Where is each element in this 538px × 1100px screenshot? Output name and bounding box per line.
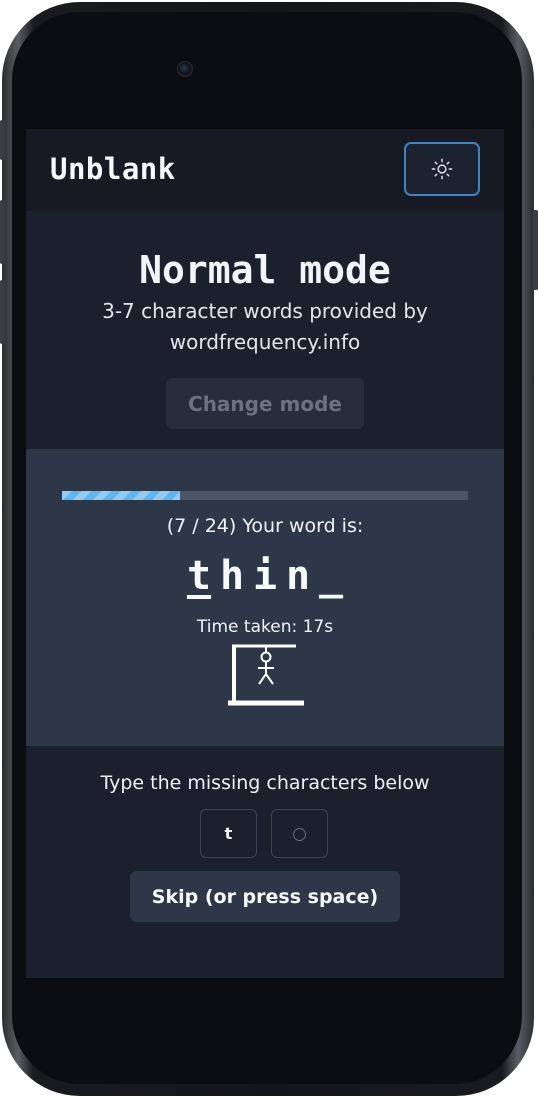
word-letter-blank: _: [318, 553, 344, 599]
word-letter: t: [186, 553, 212, 599]
input-section: Type the missing characters below t ○ Sk…: [26, 746, 504, 978]
phone-frame: Unblank Normal mode 3-7 character words …: [0, 0, 538, 1100]
mode-description: 3-7 character words provided by wordfreq…: [86, 296, 444, 358]
input-prompt: Type the missing characters below: [100, 772, 430, 794]
app-logo: Unblank: [50, 152, 176, 186]
mode-title: Normal mode: [139, 248, 391, 292]
volume-down-button: [0, 280, 5, 344]
camera-icon: [177, 61, 193, 77]
char-input-box[interactable]: t: [200, 809, 257, 858]
word-letter: i: [252, 553, 278, 599]
word-letter: n: [285, 553, 311, 599]
change-mode-button[interactable]: Change mode: [166, 378, 364, 429]
navbar: Unblank: [26, 129, 504, 211]
hangman-gallows-icon: [228, 644, 304, 706]
word-letter: h: [219, 553, 245, 599]
theme-toggle-button[interactable]: [404, 142, 480, 196]
mode-description-line1: 3-7 character words provided by: [102, 299, 428, 323]
mute-switch: [0, 120, 5, 160]
char-input-box-empty[interactable]: ○: [271, 809, 328, 858]
progress-bar: [62, 491, 468, 500]
volume-up-button: [0, 200, 5, 264]
word-count-label: (7 / 24) Your word is:: [166, 515, 364, 537]
progress-fill: [62, 491, 181, 500]
app-screen: Unblank Normal mode 3-7 character words …: [26, 129, 504, 978]
game-section: (7 / 24) Your word is: t h i n _ Time ta…: [26, 449, 504, 746]
time-taken: Time taken: 17s: [196, 617, 334, 637]
mode-section: Normal mode 3-7 character words provided…: [26, 211, 504, 449]
skip-button[interactable]: Skip (or press space): [130, 871, 400, 922]
mode-description-line2: wordfrequency.info: [169, 330, 361, 354]
power-button: [533, 210, 538, 290]
word-display: t h i n _: [26, 553, 504, 599]
sun-icon: [431, 158, 453, 180]
